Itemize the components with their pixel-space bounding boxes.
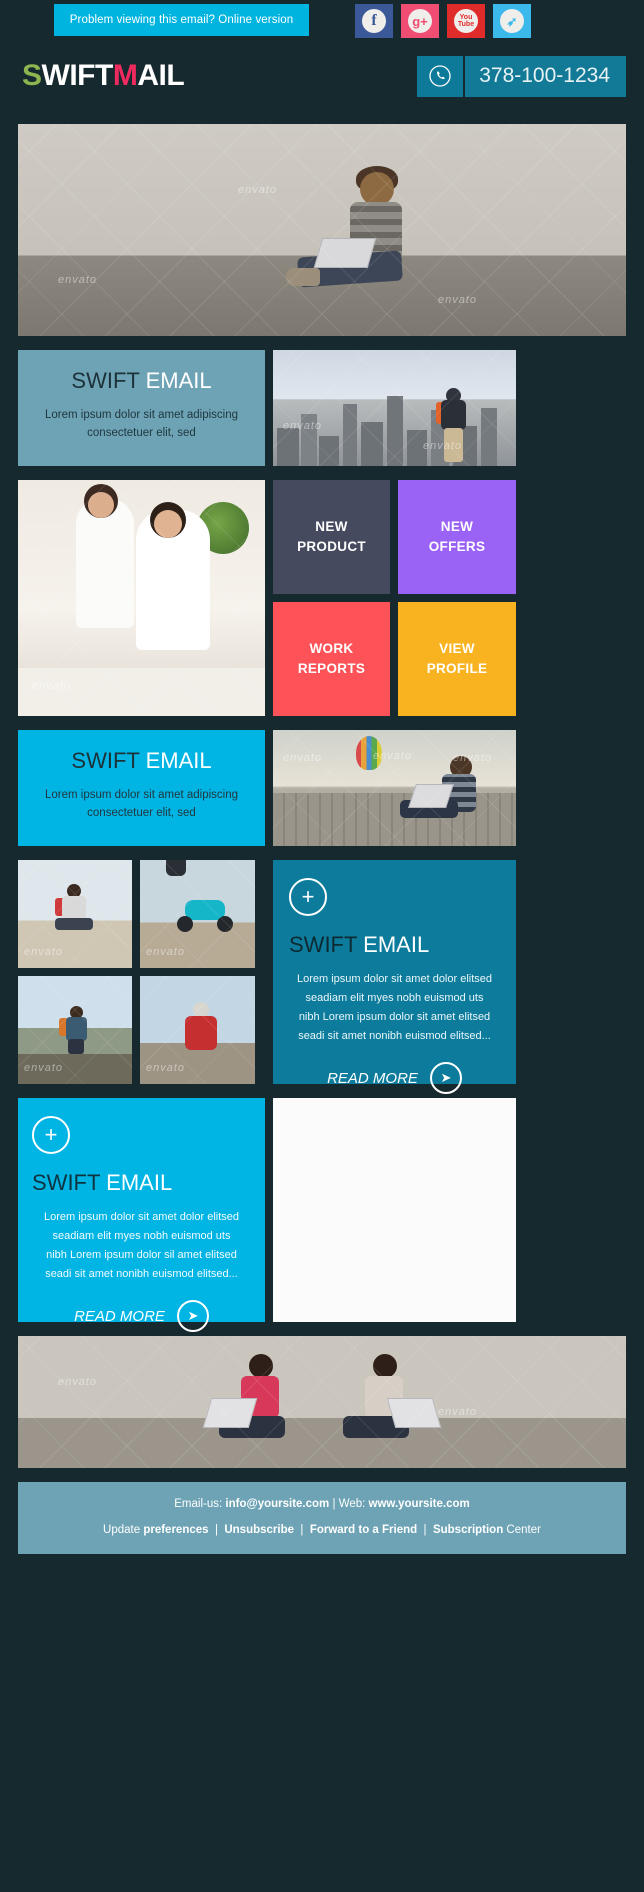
section2-body-line1: Lorem ipsum dolor sit amet adipiscing xyxy=(44,789,239,801)
footer-email-value[interactable]: info@yoursite.com xyxy=(225,1498,329,1510)
thumb-scooter[interactable]: envato xyxy=(140,860,255,968)
article-cyan: + SWIFT EMAIL Lorem ipsum dolor sit amet… xyxy=(18,1098,265,1332)
tile-label: VIEW PROFILE xyxy=(426,641,488,676)
tile-label: NEW OFFERS xyxy=(428,519,486,554)
footer: Email-us: info@yoursite.com | Web: www.y… xyxy=(18,1482,626,1554)
article-cyan-line2: seadiam elit myes nobh euismod uts xyxy=(52,1230,231,1242)
section-article-cyan: + SWIFT EMAIL Lorem ipsum dolor sit amet… xyxy=(18,1098,626,1332)
hero-image: envato envato envato xyxy=(18,124,626,336)
tile-label: NEW PRODUCT xyxy=(297,519,366,554)
section1-body-line2: consectetuer elit, sed xyxy=(87,427,196,439)
tile-view-profile[interactable]: VIEW PROFILE xyxy=(398,602,516,716)
plus-circle-icon[interactable]: + xyxy=(289,878,327,916)
section2-image: envato envato envato xyxy=(273,730,516,846)
tile-new-product[interactable]: NEW PRODUCT xyxy=(273,480,390,594)
thumb-sitting-man[interactable]: envato xyxy=(18,860,132,968)
preheader-link[interactable]: Problem viewing this email? Online versi… xyxy=(54,4,309,36)
footer-web-label: Web: xyxy=(338,1498,366,1510)
google-plus-icon: g+ xyxy=(408,9,432,33)
section-tiles: envato envato NEW PRODUCT NEW OFFERS WORK R… xyxy=(18,480,626,716)
hero-figure xyxy=(285,166,448,322)
tile-label: WORK REPORTS xyxy=(297,641,366,676)
article-cyan-line1: Lorem ipsum dolor sit amet dolor elitsed xyxy=(43,1211,240,1223)
article-cyan-line4: seadi sit amet nonibh euismod elitsed... xyxy=(45,1268,238,1280)
footer-sep: | xyxy=(211,1524,222,1536)
footer-contact: Email-us: info@yoursite.com | Web: www.y… xyxy=(28,1498,616,1510)
read-more-cyan[interactable]: READ MORE ➤ xyxy=(32,1300,251,1332)
article-teal-line2: seadiam elit myes nobh euismod uts xyxy=(305,992,484,1004)
read-more-label: READ MORE xyxy=(327,1069,418,1087)
watermark-text: envato xyxy=(438,294,478,306)
arrow-right-circle-icon: ➤ xyxy=(176,1300,209,1332)
banner-figure-left xyxy=(202,1354,295,1450)
footer-sep: | xyxy=(420,1524,430,1536)
footer-link-unsubscribe[interactable]: Unsubscribe xyxy=(224,1524,294,1536)
section-2: SWIFT EMAIL Lorem ipsum dolor sit amet a… xyxy=(18,730,626,846)
watermark-text: envato xyxy=(238,184,278,196)
tile-grid: NEW PRODUCT NEW OFFERS WORK REPORTS VIEW PRO… xyxy=(273,480,516,716)
thumb-hiker[interactable]: envato xyxy=(18,976,132,1084)
office-image: envato envato xyxy=(18,480,265,716)
section1-text-card: SWIFT EMAIL Lorem ipsum dolor sit amet a… xyxy=(18,350,265,466)
section2-title: SWIFT EMAIL xyxy=(71,748,212,773)
footer-email-label: Email-us: xyxy=(174,1498,223,1510)
tile-new-offers[interactable]: NEW OFFERS xyxy=(398,480,516,594)
footer-link-subscription-center[interactable]: Subscription Center xyxy=(433,1524,541,1536)
arrow-right-circle-icon: ➤ xyxy=(429,1062,462,1094)
article-teal-line1: Lorem ipsum dolor sit amet dolor elitsed xyxy=(296,973,493,985)
footer-sep: | xyxy=(297,1524,307,1536)
article-teal-title: SWIFT EMAIL xyxy=(289,932,430,957)
social-links: f g+ You Tube ➶ xyxy=(355,4,531,38)
footer-web-value[interactable]: www.yoursite.com xyxy=(369,1498,470,1510)
thumb-backpack[interactable]: envato xyxy=(140,976,255,1084)
section2-text-card: SWIFT EMAIL Lorem ipsum dolor sit amet a… xyxy=(18,730,265,846)
article-cyan-line3: nibh Lorem ipsum dolor sil amet elitsed xyxy=(46,1249,237,1261)
section2-body-line2: consectetuer elit, sed xyxy=(87,807,196,819)
preheader-text: Problem viewing this email? Online versi… xyxy=(69,14,294,26)
email-page: Problem viewing this email? Online versi… xyxy=(0,0,644,1892)
footer-link-update-preferences[interactable]: Update preferences xyxy=(103,1524,209,1536)
twitter-button[interactable]: ➶ xyxy=(493,4,531,38)
youtube-button[interactable]: You Tube xyxy=(447,4,485,38)
google-plus-button[interactable]: g+ xyxy=(401,4,439,38)
section-article-teal: envato envato envato envato + SWIFT EMAI… xyxy=(18,860,626,1094)
thumb-grid: envato envato envato envato xyxy=(18,860,265,1084)
section-1: SWIFT EMAIL Lorem ipsum dolor sit amet a… xyxy=(18,350,626,466)
logo-part-4: AIL xyxy=(137,59,185,92)
read-more-label: READ MORE xyxy=(74,1307,165,1325)
students-image: envato envato xyxy=(273,1098,516,1322)
banner-figure-right xyxy=(343,1354,442,1450)
tile-work-reports[interactable]: WORK REPORTS xyxy=(273,602,390,716)
logo-part-1: S xyxy=(22,59,42,92)
logo-part-2: WIFT xyxy=(41,59,114,92)
top-bar: Problem viewing this email? Online versi… xyxy=(0,0,644,42)
logo-part-3: M xyxy=(112,59,138,92)
dock-figure xyxy=(396,756,482,828)
phone-number: 378-100-1234 xyxy=(465,55,626,97)
watermark-text: envato xyxy=(58,274,98,286)
section1-title: SWIFT EMAIL xyxy=(71,368,212,393)
footer-separator: | xyxy=(332,1498,336,1510)
logo[interactable]: SWIFTMAIL xyxy=(22,59,185,93)
section1-body-line1: Lorem ipsum dolor sit amet adipiscing xyxy=(44,409,239,421)
article-teal-line4: seadi sit amet nonibh euismod elitsed... xyxy=(298,1030,491,1042)
article-cyan-title: SWIFT EMAIL xyxy=(32,1170,173,1195)
twitter-icon: ➶ xyxy=(500,9,524,33)
footer-link-forward[interactable]: Forward to a Friend xyxy=(310,1524,417,1536)
facebook-icon: f xyxy=(362,9,386,33)
article-teal-line3: nibh Lorem ipsum dolor sit amet elitsed xyxy=(298,1011,491,1023)
youtube-icon: You Tube xyxy=(454,9,478,33)
facebook-button[interactable]: f xyxy=(355,4,393,38)
bottom-banner-image: envato envato xyxy=(18,1336,626,1468)
section1-image: envato envato xyxy=(273,350,516,466)
header-bar: SWIFTMAIL 378-100-1234 xyxy=(0,42,644,110)
phone-block[interactable]: 378-100-1234 xyxy=(417,55,626,97)
article-teal: + SWIFT EMAIL Lorem ipsum dolor sit amet… xyxy=(273,860,516,1094)
read-more-teal[interactable]: READ MORE ➤ xyxy=(289,1062,500,1094)
footer-links: Update preferences | Unsubscribe | Forwa… xyxy=(28,1524,616,1536)
phone-icon xyxy=(417,55,464,97)
plus-circle-icon[interactable]: + xyxy=(32,1116,70,1154)
